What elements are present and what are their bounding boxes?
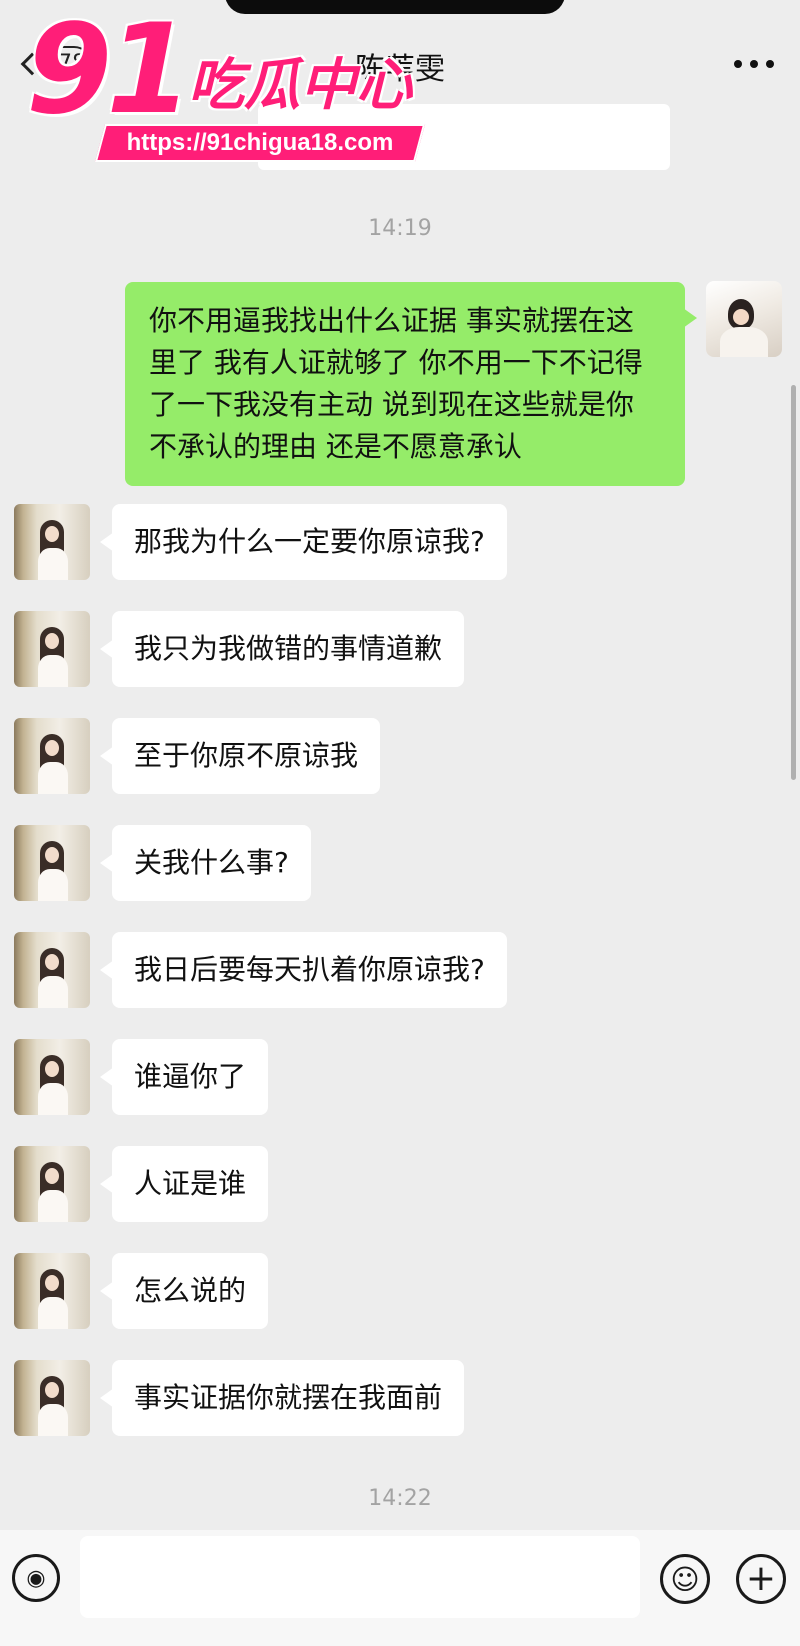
avatar-contact[interactable] [14,1146,90,1222]
voice-icon[interactable]: ◉ [12,1554,60,1602]
more-options-button[interactable] [734,52,774,76]
incoming-message-row: 谁逼你了 [0,1039,800,1115]
message-input[interactable] [80,1536,640,1618]
avatar-contact[interactable] [14,1253,90,1329]
incoming-message[interactable]: 怎么说的 [99,1253,269,1329]
avatar-self[interactable] [706,281,782,357]
incoming-message[interactable]: 人证是谁 [99,1146,269,1222]
scrollbar[interactable] [791,385,796,780]
timestamp: 14:22 [368,1486,432,1511]
incoming-message[interactable]: 谁逼你了 [99,1039,269,1115]
more-dot-icon [734,60,742,68]
avatar-contact[interactable] [14,825,90,901]
plus-glyph: + [745,1558,777,1599]
input-bar: ◉ ☺ + [0,1530,800,1646]
incoming-message-row: 关我什么事? [0,825,800,901]
incoming-message-row: 事实证据你就摆在我面前 [0,1360,800,1436]
watermark-url: https://91chigua18.com [126,129,394,156]
avatar-contact[interactable] [14,611,90,687]
chat-screen: 78 陈苇雯 91 吃瓜中心 https://91chigua18.com 14… [0,0,800,1646]
more-dot-icon [750,60,758,68]
incoming-message-row: 怎么说的 [0,1253,800,1329]
timestamp: 14:19 [368,216,432,241]
emoji-glyph: ☺ [670,1562,700,1596]
more-dot-icon [766,60,774,68]
watermark-number: 91 [26,0,193,142]
watermark-chinese: 吃瓜中心 [188,53,412,118]
avatar-contact[interactable] [14,504,90,580]
voice-glyph: ◉ [26,1565,46,1591]
incoming-message-row: 至于你原不原谅我 [0,718,800,794]
incoming-message-row: 那我为什么一定要你原谅我? [0,504,800,580]
incoming-message[interactable]: 事实证据你就摆在我面前 [99,1360,465,1436]
incoming-message[interactable]: 那我为什么一定要你原谅我? [100,504,507,580]
incoming-message-row: 我只为我做错的事情道歉 [0,611,800,687]
avatar-contact[interactable] [14,1360,90,1436]
avatar-contact[interactable] [14,932,90,1008]
watermark-url-banner: https://91chigua18.com [94,124,426,162]
incoming-message[interactable]: 关我什么事? [100,825,311,901]
emoji-icon[interactable]: ☺ [660,1554,710,1604]
outgoing-message[interactable]: 你不用逼我找出什么证据 事实就摆在这里了 我有人证就够了 你不用一下不记得了一下… [125,282,697,486]
avatar-body [720,327,768,357]
incoming-message-row: 我日后要每天扒着你原谅我? [0,932,800,1008]
incoming-message[interactable]: 至于你原不原谅我 [99,718,381,794]
plus-icon[interactable]: + [736,1554,786,1604]
incoming-message[interactable]: 我日后要每天扒着你原谅我? [100,932,507,1008]
avatar-contact[interactable] [14,1039,90,1115]
incoming-message-row: 人证是谁 [0,1146,800,1222]
incoming-message[interactable]: 我只为我做错的事情道歉 [99,611,465,687]
avatar-face [733,309,749,325]
watermark-logo: 91 吃瓜中心 https://91chigua18.com [20,8,426,164]
avatar-contact[interactable] [14,718,90,794]
